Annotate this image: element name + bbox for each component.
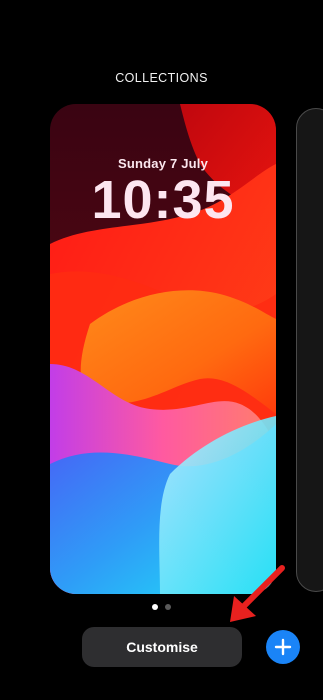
lock-screen-time: 10:35 (91, 170, 235, 230)
header-title: COLLECTIONS (115, 71, 208, 85)
page-dot-active (152, 604, 158, 610)
customise-button[interactable]: Customise (82, 627, 242, 667)
add-wallpaper-button[interactable] (266, 630, 300, 664)
page-dot (165, 604, 171, 610)
plus-icon (274, 638, 292, 656)
next-wallpaper-card[interactable] (296, 108, 323, 592)
lock-screen-date: Sunday 7 July (117, 156, 209, 171)
red-arrow-annotation (230, 565, 285, 622)
wallpaper-preview-card[interactable]: Sunday 7 July 10:35 (50, 104, 276, 594)
